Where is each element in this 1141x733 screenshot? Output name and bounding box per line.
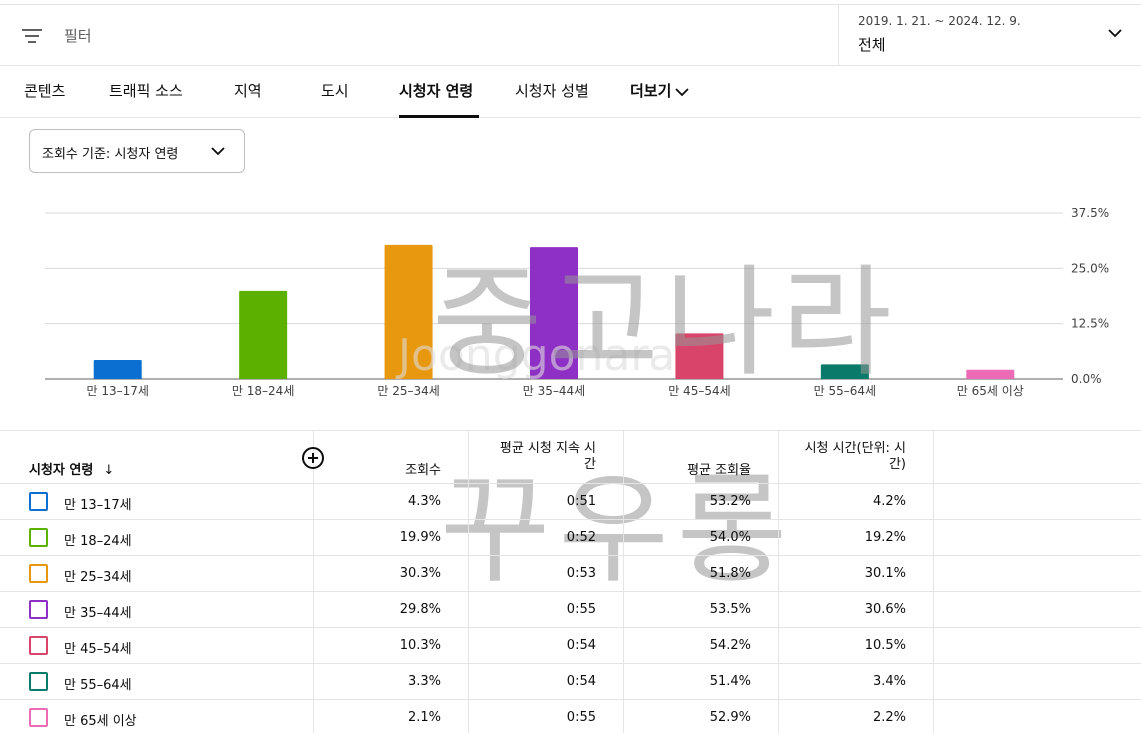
bar[interactable]	[530, 247, 578, 379]
row-views: 29.8%	[399, 602, 441, 617]
row-views: 2.1%	[407, 710, 441, 725]
row-watch-time: 10.5%	[864, 638, 906, 653]
bar[interactable]	[966, 369, 1015, 379]
metric-dropdown[interactable]: 조회수 기준: 시청자 연령	[29, 129, 245, 173]
row-age-label: 만 35–44세	[64, 606, 132, 621]
active-tab-indicator	[399, 115, 479, 118]
row-watch-time: 30.1%	[864, 566, 906, 581]
row-age-label: 만 25–34세	[64, 570, 132, 585]
header-watch-time[interactable]: 시청 시간(단위: 시간)	[800, 441, 906, 473]
series-checkbox[interactable]	[29, 636, 48, 655]
header-avg-percent[interactable]: 평균 조회율	[640, 459, 751, 478]
row-avg-duration: 0:53	[566, 566, 596, 581]
sort-down-icon: ↓	[103, 463, 115, 478]
y-tick-label: 0.0%	[1071, 372, 1102, 386]
table-row[interactable]: 만 45–54세 10.3% 0:54 54.2% 10.5%	[0, 628, 1141, 664]
y-tick-label: 25.0%	[1071, 261, 1109, 275]
row-avg-duration: 0:55	[566, 710, 596, 725]
bar[interactable]	[820, 364, 869, 379]
chevron-down-icon	[1108, 29, 1122, 38]
row-avg-percent: 51.4%	[709, 674, 751, 689]
table-row[interactable]: 만 13–17세 4.3% 0:51 53.2% 4.2%	[0, 484, 1141, 520]
bar[interactable]	[239, 290, 288, 379]
row-age-label: 만 13–17세	[64, 498, 132, 513]
chevron-down-icon	[211, 147, 225, 156]
series-checkbox[interactable]	[29, 672, 48, 691]
row-avg-percent: 52.9%	[709, 710, 751, 725]
row-views: 3.3%	[407, 674, 441, 689]
row-avg-duration: 0:54	[566, 638, 596, 653]
x-category-label: 만 18–24세	[232, 384, 294, 398]
row-age-label: 만 45–54세	[64, 642, 132, 657]
row-avg-duration: 0:55	[566, 602, 596, 617]
series-checkbox[interactable]	[29, 528, 48, 547]
table-header: 시청자 연령 ↓ 조회수 평균 시청 지속 시간 평균 조회율 시청 시간(단위:…	[0, 430, 1141, 484]
row-views: 10.3%	[399, 638, 441, 653]
bar[interactable]	[384, 244, 433, 379]
row-views: 19.9%	[399, 530, 441, 545]
row-age-label: 만 55–64세	[64, 678, 132, 693]
row-watch-time: 19.2%	[864, 530, 906, 545]
table-row[interactable]: 만 55–64세 3.3% 0:54 51.4% 3.4%	[0, 664, 1141, 700]
row-avg-percent: 54.0%	[709, 530, 751, 545]
period-label: 전체	[858, 36, 886, 54]
tab-bar: 콘텐츠 트래픽 소스 지역 도시 시청자 연령 시청자 성별 더보기	[0, 66, 1141, 118]
row-avg-duration: 0:54	[566, 674, 596, 689]
date-range-text: 2019. 1. 21. ~ 2024. 12. 9.	[858, 14, 1021, 28]
chevron-down-icon	[675, 87, 690, 96]
series-checkbox[interactable]	[29, 600, 48, 619]
row-watch-time: 30.6%	[864, 602, 906, 617]
row-age-label: 만 18–24세	[64, 534, 132, 549]
table-row[interactable]: 만 65세 이상 2.1% 0:55 52.9% 2.2%	[0, 700, 1141, 733]
metric-dropdown-value: 조회수 기준: 시청자 연령	[42, 147, 179, 162]
header-age-label: 시청자 연령	[29, 463, 94, 478]
table-row[interactable]: 만 18–24세 19.9% 0:52 54.0% 19.2%	[0, 520, 1141, 556]
series-checkbox[interactable]	[29, 708, 48, 727]
row-avg-percent: 51.8%	[709, 566, 751, 581]
x-category-label: 만 45–54세	[668, 384, 730, 398]
bar[interactable]	[675, 333, 724, 379]
row-views: 4.3%	[407, 494, 441, 509]
tab-viewer-gender[interactable]: 시청자 성별	[515, 80, 589, 101]
filter-icon[interactable]	[22, 27, 44, 45]
x-category-label: 만 65세 이상	[957, 384, 1024, 398]
x-category-label: 만 13–17세	[86, 384, 148, 398]
filter-input[interactable]: 필터	[64, 25, 92, 46]
row-avg-percent: 53.2%	[709, 494, 751, 509]
bar[interactable]	[93, 359, 142, 379]
tab-more[interactable]: 더보기	[630, 80, 690, 101]
tab-content[interactable]: 콘텐츠	[24, 80, 65, 101]
row-views: 30.3%	[399, 566, 441, 581]
row-age-label: 만 65세 이상	[64, 714, 137, 729]
tab-viewer-age[interactable]: 시청자 연령	[399, 80, 473, 101]
date-range-picker[interactable]: 2019. 1. 21. ~ 2024. 12. 9. 전체	[838, 5, 1141, 66]
tab-city[interactable]: 도시	[321, 80, 349, 101]
row-avg-percent: 53.5%	[709, 602, 751, 617]
x-category-label: 만 25–34세	[377, 384, 439, 398]
row-watch-time: 3.4%	[872, 674, 906, 689]
tab-more-label: 더보기	[630, 82, 672, 100]
row-watch-time: 2.2%	[872, 710, 906, 725]
row-avg-percent: 54.2%	[709, 638, 751, 653]
age-table: 시청자 연령 ↓ 조회수 평균 시청 지속 시간 평균 조회율 시청 시간(단위:…	[0, 430, 1141, 733]
header-views[interactable]: 조회수	[340, 459, 441, 478]
series-checkbox[interactable]	[29, 564, 48, 583]
table-row[interactable]: 만 35–44세 29.8% 0:55 53.5% 30.6%	[0, 592, 1141, 628]
series-checkbox[interactable]	[29, 492, 48, 511]
age-bar-chart: 37.5% 25.0% 12.5% 0.0% 만 13–17세 만 18–24세 만 25–…	[45, 206, 1109, 398]
row-watch-time: 4.2%	[872, 494, 906, 509]
filter-bar: 필터 2019. 1. 21. ~ 2024. 12. 9. 전체	[0, 4, 1141, 66]
row-avg-duration: 0:51	[566, 494, 596, 509]
row-avg-duration: 0:52	[566, 530, 596, 545]
tab-traffic-source[interactable]: 트래픽 소스	[109, 80, 183, 101]
header-avg-duration[interactable]: 평균 시청 지속 시간	[490, 441, 596, 473]
y-tick-label: 12.5%	[1071, 317, 1109, 331]
x-category-label: 만 55–64세	[814, 384, 876, 398]
tab-geography[interactable]: 지역	[234, 80, 262, 101]
y-tick-label: 37.5%	[1071, 206, 1109, 220]
header-age[interactable]: 시청자 연령 ↓	[29, 459, 114, 478]
table-row[interactable]: 만 25–34세 30.3% 0:53 51.8% 30.1%	[0, 556, 1141, 592]
x-category-label: 만 35–44세	[523, 384, 585, 398]
add-column-icon[interactable]	[302, 447, 324, 469]
